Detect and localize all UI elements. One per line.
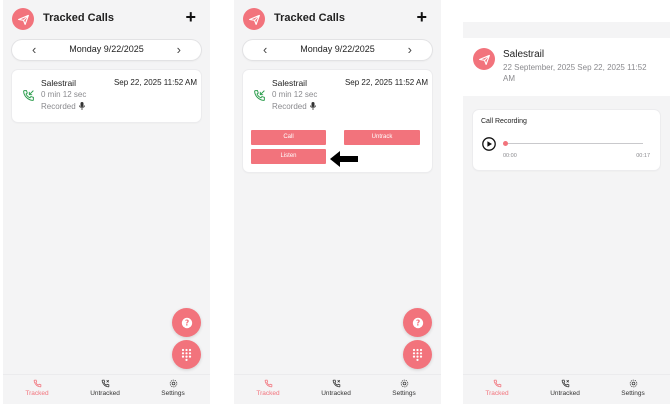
dialpad-button[interactable] (403, 340, 432, 369)
help-button[interactable]: ? (403, 308, 432, 337)
paper-plane-icon (473, 48, 495, 70)
nav-untracked[interactable]: Untracked (306, 379, 366, 397)
screen-tracked-calls: Tracked Calls + ‹ Monday 9/22/2025 › Sal… (3, 0, 210, 404)
nav-untracked-label: Untracked (90, 390, 120, 397)
nav-settings[interactable]: Settings (143, 379, 203, 397)
app-header: Tracked Calls + (3, 0, 210, 36)
nav-settings[interactable]: Settings (603, 379, 663, 397)
nav-tracked[interactable]: Tracked (467, 379, 527, 397)
bottom-navigation: Tracked Untracked Settings (3, 374, 210, 404)
help-button[interactable]: ? (172, 308, 201, 337)
recorded-status: Recorded (41, 102, 85, 111)
screen-call-detail: Salestrail 22 September, 2025 Sep 22, 20… (463, 0, 670, 404)
nav-untracked-label: Untracked (550, 390, 580, 397)
call-duration: 0 min 12 sec (41, 90, 87, 99)
screen-tracked-calls-expanded: Tracked Calls + ‹ Monday 9/22/2025 › Sal… (234, 0, 441, 404)
date-selector: ‹ Monday 9/22/2025 › (243, 40, 432, 60)
svg-text:?: ? (184, 318, 188, 327)
dialpad-icon (181, 348, 192, 361)
nav-tracked-label: Tracked (485, 390, 509, 397)
call-datetime: Sep 22, 2025 11:52 AM (113, 78, 197, 87)
help-icon: ? (412, 317, 423, 328)
call-recording-player: Call Recording 00:00 00:17 (473, 110, 660, 170)
dialpad-icon (412, 348, 423, 361)
mic-icon (309, 102, 316, 110)
contact-header: Salestrail 22 September, 2025 Sep 22, 20… (463, 38, 670, 96)
listen-button[interactable]: Listen (251, 149, 326, 164)
nav-tracked-label: Tracked (25, 390, 49, 397)
contact-name: Salestrail (41, 78, 76, 88)
svg-text:?: ? (415, 318, 419, 327)
gear-icon (629, 379, 637, 388)
recorded-label: Recorded (41, 102, 76, 111)
chevron-right-icon[interactable]: › (408, 42, 412, 58)
plus-icon[interactable]: + (416, 6, 427, 28)
call-date: 22 September, 2025 Sep 22, 2025 11:52 AM (503, 63, 647, 83)
paper-plane-icon (12, 8, 34, 30)
play-icon[interactable] (482, 137, 496, 151)
contact-name: Salestrail (272, 78, 307, 88)
paper-plane-icon (243, 8, 265, 30)
call-datetime: Sep 22, 2025 11:52 AM (344, 78, 428, 87)
phone-off-icon (332, 379, 340, 388)
contact-name: Salestrail (503, 49, 545, 60)
phone-icon (33, 379, 41, 388)
date-label: Monday 9/22/2025 (69, 44, 144, 54)
recorded-label: Recorded (272, 102, 307, 111)
recorded-status: Recorded (272, 102, 316, 111)
seek-bar[interactable] (505, 143, 643, 144)
nav-settings-label: Settings (621, 390, 645, 397)
call-button[interactable]: Call (251, 130, 326, 145)
gear-icon (169, 379, 177, 388)
phone-icon (264, 379, 272, 388)
date-selector: ‹ Monday 9/22/2025 › (12, 40, 201, 60)
nav-untracked-label: Untracked (321, 390, 351, 397)
nav-tracked-label: Tracked (256, 390, 280, 397)
nav-tracked[interactable]: Tracked (238, 379, 298, 397)
phone-off-icon (561, 379, 569, 388)
date-label: Monday 9/22/2025 (300, 44, 375, 54)
bottom-navigation: Tracked Untracked Settings (234, 374, 441, 404)
mic-icon (78, 102, 85, 110)
help-icon: ? (181, 317, 192, 328)
app-header: Tracked Calls + (234, 0, 441, 36)
phone-icon (493, 379, 501, 388)
call-card[interactable]: Salestrail Sep 22, 2025 11:52 AM 0 min 1… (12, 70, 201, 122)
recording-title: Call Recording (481, 118, 527, 125)
phone-off-icon (101, 379, 109, 388)
arrow-left-icon (330, 151, 358, 167)
page-title: Tracked Calls (43, 12, 114, 24)
nav-settings[interactable]: Settings (374, 379, 434, 397)
previous-card (463, 0, 670, 22)
nav-settings-label: Settings (161, 390, 185, 397)
chevron-right-icon[interactable]: › (177, 42, 181, 58)
page-title: Tracked Calls (274, 12, 345, 24)
incoming-call-icon (23, 90, 34, 101)
nav-untracked[interactable]: Untracked (75, 379, 135, 397)
current-time: 00:00 (503, 153, 517, 159)
untrack-button[interactable]: Untrack (344, 130, 420, 145)
plus-icon[interactable]: + (185, 6, 196, 28)
nav-untracked[interactable]: Untracked (535, 379, 595, 397)
gear-icon (400, 379, 408, 388)
bottom-navigation: Tracked Untracked Settings (463, 374, 670, 404)
nav-settings-label: Settings (392, 390, 416, 397)
total-time: 00:17 (636, 153, 650, 159)
incoming-call-icon (254, 90, 265, 101)
dialpad-button[interactable] (172, 340, 201, 369)
call-duration: 0 min 12 sec (272, 90, 318, 99)
nav-tracked[interactable]: Tracked (7, 379, 67, 397)
seek-thumb[interactable] (503, 141, 508, 146)
